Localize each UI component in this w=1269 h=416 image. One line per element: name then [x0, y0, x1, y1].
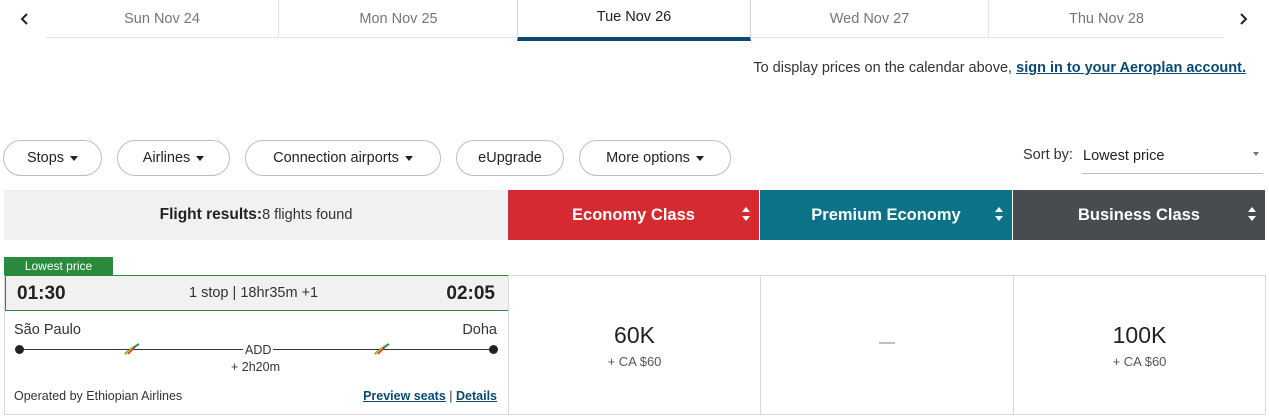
stops-filter-button[interactable]: Stops	[3, 140, 102, 176]
cabin-header-premium-economy-label: Premium Economy	[811, 205, 961, 224]
stops-filter-label: Stops	[26, 150, 65, 166]
chevron-right-icon	[1240, 13, 1248, 25]
cabin-header-business[interactable]: Business Class	[1013, 190, 1265, 240]
signin-link[interactable]: sign in to your Aeroplan account.	[1016, 60, 1246, 76]
cabin-header-economy[interactable]: Economy Class	[508, 190, 759, 240]
caret-down-icon	[196, 156, 205, 161]
cabin-header-business-label: Business Class	[1078, 205, 1200, 224]
operated-by: Operated by Ethiopian Airlines	[14, 389, 183, 403]
card-links: Preview seats | Details	[363, 389, 497, 403]
preview-seats-link[interactable]: Preview seats	[363, 389, 446, 403]
business-price-cell[interactable]: 100K + CA $60	[1013, 275, 1266, 415]
origin-city: São Paulo	[14, 322, 81, 338]
sort-select[interactable]: Lowest price	[1082, 138, 1263, 174]
caret-down-icon	[70, 156, 79, 161]
flight-card: 01:30 1 stop | 18hr35m +1 02:05 São Paul…	[4, 275, 509, 415]
cabin-header-premium-economy[interactable]: Premium Economy	[760, 190, 1012, 240]
cabin-header-economy-label: Economy Class	[572, 205, 695, 224]
flight-results-label: Flight results:	[159, 206, 263, 223]
airlines-filter-label: Airlines	[142, 150, 191, 166]
sort-label: Sort by:	[1023, 147, 1073, 163]
sort-arrows-icon	[995, 207, 1003, 223]
date-tab-wed-nov-27[interactable]: Wed Nov 27	[751, 0, 989, 38]
departure-time: 01:30	[17, 283, 66, 304]
connection-airports-filter-button[interactable]: Connection airports	[245, 140, 441, 176]
ethiopian-airlines-logo-icon	[124, 343, 140, 355]
more-options-filter-button[interactable]: More options	[579, 140, 731, 176]
arrival-time: 02:05	[446, 283, 495, 304]
connection-airport-code: ADD	[243, 343, 274, 357]
date-tab-tue-nov-26[interactable]: Tue Nov 26	[517, 0, 751, 41]
caret-down-icon	[1253, 152, 1259, 156]
sort-select-value: Lowest price	[1083, 147, 1165, 164]
eupgrade-filter-button[interactable]: eUpgrade	[456, 140, 564, 176]
business-points-price: 100K	[1112, 322, 1167, 348]
flight-results-header: Flight results: 8 flights found	[4, 190, 508, 240]
sort-arrows-icon	[1248, 207, 1256, 223]
lowest-price-badge: Lowest price	[4, 257, 113, 275]
more-options-filter-label: More options	[606, 150, 690, 166]
details-link[interactable]: Details	[456, 389, 497, 403]
chevron-left-icon	[20, 13, 28, 25]
next-dates-button[interactable]	[1220, 0, 1266, 38]
connection-airports-filter-label: Connection airports	[273, 150, 399, 166]
caret-down-icon	[404, 156, 413, 161]
economy-cash-price: + CA $60	[607, 354, 662, 369]
date-tab-mon-nov-25[interactable]: Mon Nov 25	[279, 0, 518, 38]
premium-economy-price-cell: —	[760, 275, 1013, 415]
signin-notice-text: To display prices on the calendar above,	[753, 60, 1017, 76]
link-separator: |	[449, 389, 453, 403]
date-tab-sun-nov-24[interactable]: Sun Nov 24	[46, 0, 279, 38]
previous-dates-button[interactable]	[2, 0, 48, 38]
flight-time-bar: 01:30 1 stop | 18hr35m +1 02:05	[5, 275, 509, 311]
business-cash-price: + CA $60	[1112, 354, 1167, 369]
date-tab-thu-nov-28[interactable]: Thu Nov 28	[989, 0, 1224, 38]
signin-notice: To display prices on the calendar above,…	[753, 60, 1246, 76]
layover-duration: + 2h20m	[231, 360, 280, 374]
caret-down-icon	[695, 156, 704, 161]
flight-summary: 1 stop | 18hr35m +1	[189, 285, 319, 301]
ethiopian-airlines-logo-icon	[374, 343, 390, 355]
sort-arrows-icon	[742, 207, 750, 223]
economy-points-price: 60K	[614, 322, 655, 348]
date-strip: Sun Nov 24 Mon Nov 25 Tue Nov 26 Wed Nov…	[0, 0, 1269, 42]
flight-results-count: 8 flights found	[262, 207, 353, 223]
airlines-filter-button[interactable]: Airlines	[117, 140, 230, 176]
eupgrade-filter-label: eUpgrade	[478, 150, 542, 166]
economy-price-cell[interactable]: 60K + CA $60	[508, 275, 760, 415]
origin-dot	[15, 345, 24, 354]
destination-dot	[489, 345, 498, 354]
destination-city: Doha	[462, 322, 497, 338]
premium-economy-unavailable: —	[879, 334, 895, 351]
